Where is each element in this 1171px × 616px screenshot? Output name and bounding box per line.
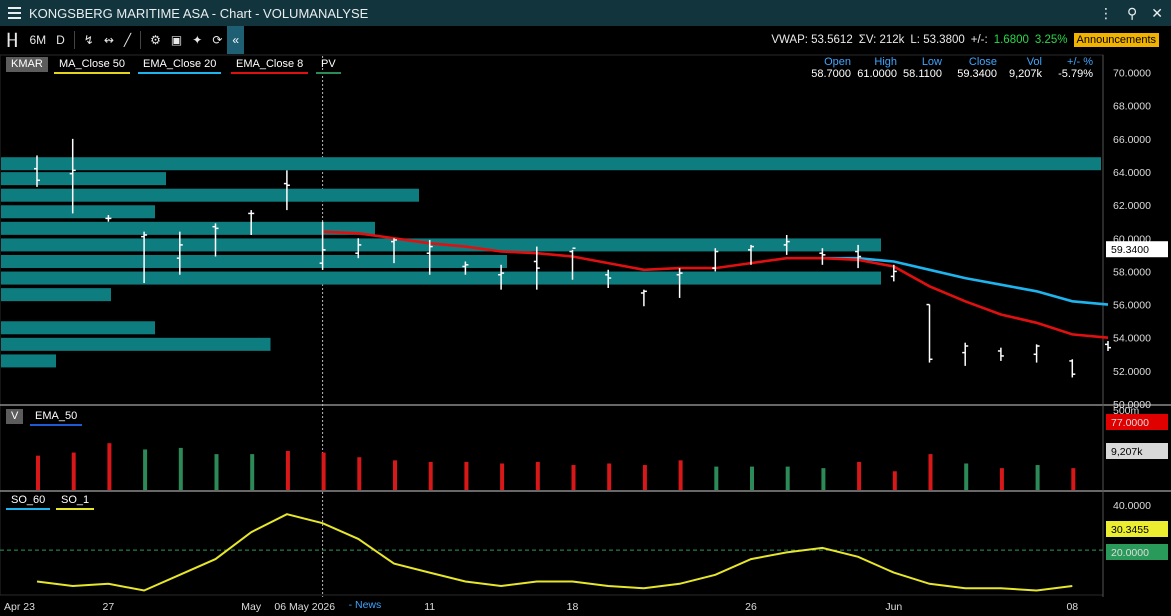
volume-profile-bar [1, 321, 155, 335]
time-tick-label: Jun [885, 601, 902, 613]
volume-bar [214, 454, 219, 490]
price-tick-label: 58.0000 [1113, 266, 1151, 278]
volume-bar [250, 454, 255, 490]
volume-bar [571, 465, 576, 490]
volume-bar [1035, 465, 1040, 490]
volume-bar [750, 466, 754, 490]
legend-so1[interactable]: SO_1 [56, 493, 95, 510]
so-reference-label: 20.0000 [1111, 547, 1149, 559]
ohlc-header: Vol [1026, 56, 1042, 68]
volume-last-label: 9,207k [1111, 446, 1143, 458]
time-tick-label: May [241, 601, 262, 613]
volume-bar [285, 451, 290, 490]
volume-chip[interactable]: V [6, 409, 24, 424]
volume-bar [36, 455, 40, 490]
ohlc-value: 58.7000 [811, 68, 851, 80]
legend-volume-ema[interactable]: EMA_50 [30, 409, 83, 426]
ohlc-header: +/- % [1067, 56, 1093, 68]
price-tick-label: 68.0000 [1113, 101, 1151, 113]
price-tick-label: 52.0000 [1113, 366, 1151, 378]
time-axis [0, 597, 1171, 616]
time-tick-label: 06 May 2026 [274, 601, 335, 613]
volume-bar [535, 461, 540, 490]
ohlc-column: Open 58.7000 [811, 56, 851, 80]
chart-canvas[interactable]: 50.000052.000054.000056.000058.000060.00… [0, 0, 1171, 616]
volume-bar [107, 443, 112, 490]
ohlc-column: Vol 9,207k [1009, 56, 1042, 80]
volume-bar [714, 466, 719, 490]
volume-bar [178, 447, 183, 490]
ohlc-column: +/- % -5.79% [1058, 56, 1093, 80]
volume-bar [143, 449, 148, 490]
time-tick-label: Apr 23 [4, 601, 35, 613]
volume-ema-label: 77.0000 [1111, 417, 1149, 429]
volume-bar [857, 461, 862, 490]
so-line [36, 513, 1073, 592]
volume-bar [964, 463, 969, 490]
time-tick-label: 18 [567, 601, 579, 613]
volume-bar [1071, 468, 1076, 490]
volume-profile-bar [1, 254, 507, 268]
volume-bar [464, 461, 469, 490]
ohlc-header: Low [921, 56, 942, 68]
volume-bar [428, 461, 433, 490]
ohlc-value: -5.79% [1058, 68, 1093, 80]
price-tick-label: 66.0000 [1113, 134, 1151, 146]
symbol-chip[interactable]: KMAR [6, 57, 48, 72]
volume-profile-bar [1, 172, 166, 186]
volume-bar [321, 452, 326, 490]
ohlc-header: Close [968, 56, 997, 68]
volume-bar [500, 463, 505, 490]
volume-bar [821, 468, 826, 490]
ohlc-column: Close 59.3400 [957, 56, 997, 80]
volume-bar [678, 460, 683, 490]
volume-bar [928, 454, 933, 490]
legend-ema20[interactable]: EMA_Close 20 [138, 57, 222, 74]
volume-bar [393, 460, 397, 490]
time-tick-label: 11 [424, 601, 435, 613]
ohlc-value: 61.0000 [857, 68, 897, 80]
volume-bar [71, 452, 76, 490]
last-price-label: 59.3400 [1111, 244, 1149, 256]
ohlc-value: 59.3400 [957, 68, 997, 80]
volume-profile-bar [1, 271, 881, 285]
price-tick-label: 64.0000 [1113, 167, 1151, 179]
volume-profile-bar [1, 188, 419, 202]
time-tick-label: 27 [103, 601, 115, 613]
ohlc-header: Open [824, 56, 851, 68]
volume-profile-bar [1, 205, 155, 219]
volume-profile-bar [1, 288, 111, 302]
plot-frame [0, 54, 1104, 596]
ohlc-header: High [874, 56, 897, 68]
time-tick-label: 26 [745, 601, 757, 613]
price-tick-label: 70.0000 [1113, 68, 1151, 80]
volume-bar [785, 466, 790, 490]
volume-bar [607, 463, 612, 490]
volume-profile-bar [1, 157, 1101, 171]
price-tick-label: 62.0000 [1113, 200, 1151, 212]
ohlc-column: Low 58.1100 [903, 56, 942, 80]
legend-so60[interactable]: SO_60 [6, 493, 51, 510]
volume-profile-bar [1, 221, 375, 235]
volume-bar [357, 457, 362, 490]
volume-bar [642, 465, 647, 490]
legend-pv[interactable]: PV [316, 57, 341, 74]
volume-bar [999, 468, 1004, 490]
so-last-label: 30.3455 [1111, 524, 1149, 536]
price-tick-label: 54.0000 [1113, 333, 1151, 345]
so-tick-label: 40.0000 [1113, 500, 1151, 512]
volume-profile-bar [1, 337, 271, 351]
ohlc-value: 58.1100 [903, 68, 942, 80]
volume-profile-bar [1, 354, 56, 368]
ohlc-value: 9,207k [1008, 68, 1042, 80]
volume-bar [892, 471, 897, 490]
legend-ema8[interactable]: EMA_Close 8 [231, 57, 309, 74]
ohlc-column: High 61.0000 [857, 56, 897, 80]
news-tag: - News [349, 599, 382, 611]
price-tick-label: 56.0000 [1113, 300, 1151, 312]
time-tick-label: 08 [1066, 601, 1078, 613]
legend-ma50[interactable]: MA_Close 50 [54, 57, 131, 74]
